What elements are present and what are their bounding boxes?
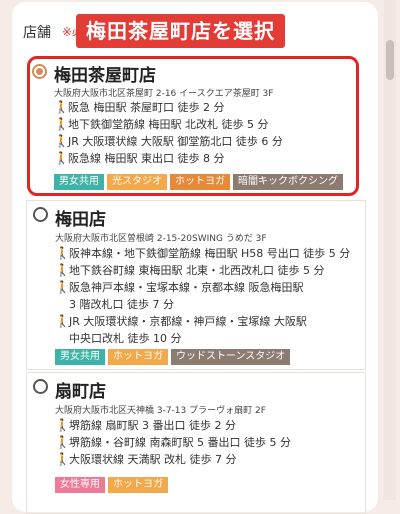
- access-line: 🚶 大阪環状線 天満駅 改札 徒歩 7 分: [55, 452, 237, 466]
- radio-button[interactable]: [33, 207, 48, 222]
- tag-list: 女性専用 ホットヨガ: [55, 477, 168, 493]
- walking-person-icon: 🚶: [55, 280, 70, 294]
- walking-person-icon: 🚶: [55, 263, 70, 277]
- store-address: 大阪府大阪市北区曽根崎 2-15-20SWING うめだ 3F: [55, 234, 267, 244]
- tag-badge: 女性専用: [55, 477, 105, 493]
- walking-person-icon: 🚶: [55, 418, 70, 432]
- store-address: 大阪府大阪市北区天神橋 3-7-13 ブラーヴォ扇町 2F: [55, 406, 266, 416]
- tag-badge: ホットヨガ: [108, 349, 168, 365]
- access-line: 🚶 堺筋線・谷町線 南森町駅 5 番出口 徒歩 5 分: [55, 435, 291, 449]
- radio-button[interactable]: [33, 379, 48, 394]
- walking-person-icon: 🚶: [55, 452, 70, 466]
- access-list: 🚶 堺筋線 扇町駅 3 番出口 徒歩 2 分 🚶 堺筋線・谷町線 南森町駅 5 番出…: [55, 417, 291, 468]
- access-line: 🚶 堺筋線 扇町駅 3 番出口 徒歩 2 分: [55, 418, 236, 432]
- access-list: 🚶 阪神本線・地下鉄御堂筋線 梅田駅 H58 号出口 徒歩 5 分 🚶 地下鉄谷町線…: [55, 245, 350, 347]
- access-line-continued: 3 階改札口 徒歩 7 分: [69, 298, 174, 311]
- access-line: 🚶 JR 大阪環状線・京都線・神戸線・宝塚線 大阪駅: [55, 314, 307, 328]
- walking-person-icon: 🚶: [55, 314, 70, 328]
- access-line: 🚶 地下鉄谷町線 東梅田駅 北東・北西改札口 徒歩 5 分: [55, 263, 325, 277]
- selection-highlight-box: [27, 56, 359, 196]
- scrollbar-thumb[interactable]: [386, 40, 394, 80]
- walking-person-icon: 🚶: [55, 246, 70, 260]
- tag-badge: 男女共用: [55, 349, 105, 365]
- tag-list: 男女共用 ホットヨガ ウッドストーンスタジオ: [55, 349, 291, 365]
- access-line: 🚶 阪急神戸本線・宝塚本線・京都本線 阪急梅田駅: [55, 280, 304, 294]
- store-option-ogimachi[interactable]: 扇町店 大阪府大阪市北区天神橋 3-7-13 ブラーヴォ扇町 2F 🚶 堺筋線 扇…: [26, 372, 366, 514]
- access-line: 🚶 阪神本線・地下鉄御堂筋線 梅田駅 H58 号出口 徒歩 5 分: [55, 246, 351, 260]
- access-line-continued: 中央口改札 徒歩 10 分: [69, 332, 182, 345]
- store-name: 扇町店: [55, 382, 106, 402]
- tag-badge: ウッドストーンスタジオ: [171, 349, 291, 365]
- section-label: 店舗: [23, 25, 51, 41]
- annotation-callout: 梅田茶屋町店を選択: [76, 14, 285, 48]
- store-option-umeda[interactable]: 梅田店 大阪府大阪市北区曽根崎 2-15-20SWING うめだ 3F 🚶 阪神本…: [26, 200, 366, 370]
- walking-person-icon: 🚶: [55, 435, 70, 449]
- tag-badge: ホットヨガ: [108, 477, 168, 493]
- store-name: 梅田店: [55, 210, 106, 230]
